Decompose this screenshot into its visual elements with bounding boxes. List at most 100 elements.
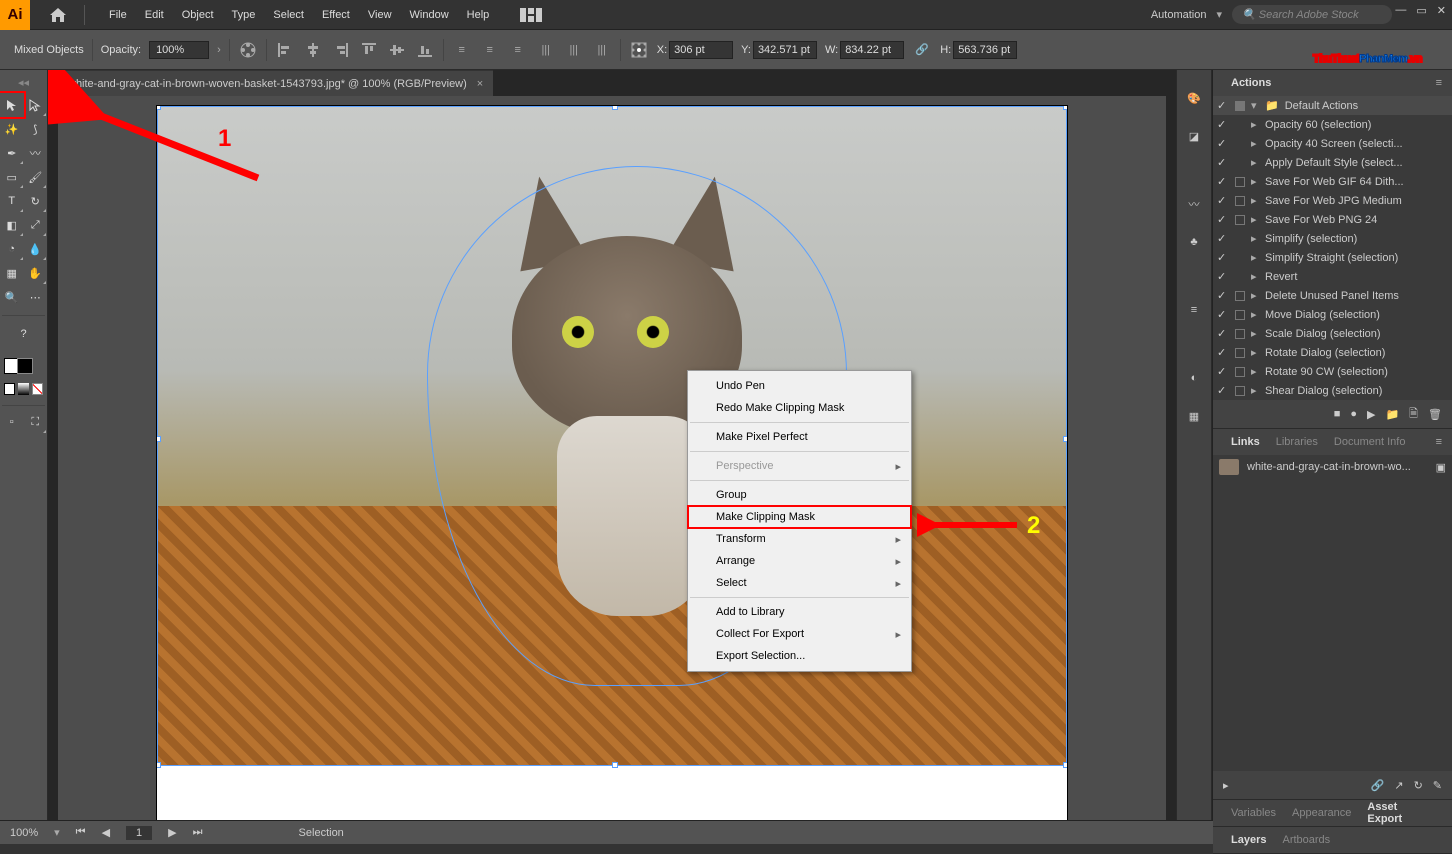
delete-icon[interactable]: 🗑 (1428, 408, 1442, 421)
tab-layers[interactable]: Layers (1223, 831, 1274, 849)
expand-link-icon[interactable]: ▸ (1223, 779, 1229, 792)
x-input[interactable] (669, 41, 733, 59)
action-row[interactable]: ✓▸Opacity 60 (selection) (1213, 115, 1452, 134)
goto-link-icon[interactable]: ↗ (1394, 779, 1403, 792)
action-row[interactable]: ✓▸Rotate 90 CW (selection) (1213, 362, 1452, 381)
ctx-export-selection-[interactable]: Export Selection... (688, 645, 911, 667)
transparency-panel-icon[interactable]: ◐ (1184, 368, 1204, 388)
action-row[interactable]: ✓▸Delete Unused Panel Items (1213, 286, 1452, 305)
align-vert-top-icon[interactable] (359, 40, 379, 60)
align-horz-right-icon[interactable] (331, 40, 351, 60)
more-tools[interactable]: ? (0, 322, 47, 346)
ctx-make-clipping-mask[interactable]: Make Clipping Mask (688, 506, 911, 528)
lasso-tool[interactable]: ⟆ (24, 117, 48, 141)
search-stock-input[interactable]: 🔍 Search Adobe Stock (1232, 5, 1392, 24)
artboard-next-icon[interactable]: ▶ (168, 826, 176, 839)
action-row[interactable]: ✓▸Scale Dialog (selection) (1213, 324, 1452, 343)
menu-file[interactable]: File (101, 5, 135, 25)
tab-actions[interactable]: Actions (1223, 74, 1279, 92)
new-action-icon[interactable]: 🗎 (1409, 405, 1418, 424)
symbols-panel-icon[interactable]: ♣ (1184, 232, 1204, 252)
h-input[interactable] (953, 41, 1017, 59)
arrange-docs-icon[interactable] (517, 5, 545, 25)
color-mode-icon[interactable] (4, 383, 15, 395)
color-panel-icon[interactable]: 🎨 (1184, 88, 1204, 108)
ctx-group[interactable]: Group (688, 484, 911, 506)
artboard[interactable]: Undo PenRedo Make Clipping MaskMake Pixe… (157, 106, 1067, 820)
artboard-next-last-icon[interactable]: ⏭ (193, 826, 203, 839)
ctx-transform[interactable]: Transform▸ (688, 528, 911, 550)
recolor-icon[interactable] (238, 40, 258, 60)
distribute-vert-bottom-icon[interactable]: ≡ (508, 40, 528, 60)
distribute-horz-center-icon[interactable]: ||| (564, 40, 584, 60)
stroke-swatch[interactable] (17, 358, 33, 374)
swatches-panel-icon[interactable]: ◪ (1184, 126, 1204, 146)
menu-object[interactable]: Object (174, 5, 222, 25)
minimize-icon[interactable]: ― (1395, 4, 1406, 17)
menu-help[interactable]: Help (459, 5, 498, 25)
action-row[interactable]: ✓▸Simplify Straight (selection) (1213, 248, 1452, 267)
reference-point-icon[interactable] (629, 40, 649, 60)
link-item[interactable]: white-and-gray-cat-in-brown-wo... ▣ (1213, 455, 1452, 479)
ctx-undo-pen[interactable]: Undo Pen (688, 375, 911, 397)
panel-menu-icon[interactable]: ≡ (1436, 436, 1442, 448)
stop-icon[interactable]: ■ (1334, 408, 1341, 420)
w-input[interactable] (840, 41, 904, 59)
y-input[interactable] (753, 41, 817, 59)
distribute-horz-right-icon[interactable]: ||| (592, 40, 612, 60)
gradient-panel-icon[interactable]: ▦ (1184, 406, 1204, 426)
artboard-prev-icon[interactable]: ◀ (102, 826, 110, 839)
shape-builder-tool[interactable]: ◔ (0, 237, 24, 261)
ctx-collect-for-export[interactable]: Collect For Export▸ (688, 623, 911, 645)
action-row[interactable]: ✓▸Shear Dialog (selection) (1213, 381, 1452, 400)
ctx-add-to-library[interactable]: Add to Library (688, 601, 911, 623)
rotate-tool[interactable]: ↻ (24, 189, 48, 213)
pen-tool[interactable]: ✒ (0, 141, 24, 165)
link-wh-icon[interactable]: 🔗 (912, 40, 932, 60)
artboard-number[interactable]: 1 (126, 826, 152, 840)
edit-toolbar[interactable]: ⋯ (24, 285, 48, 309)
ctx-select[interactable]: Select▸ (688, 572, 911, 594)
tab-asset-export[interactable]: Asset Export (1359, 798, 1442, 828)
action-row[interactable]: ✓▸Simplify (selection) (1213, 229, 1452, 248)
gradient-tool[interactable]: ▦ (0, 261, 24, 285)
action-set-header[interactable]: ✓▾📁Default Actions (1213, 96, 1452, 115)
align-horz-center-icon[interactable] (303, 40, 323, 60)
action-row[interactable]: ✓▸Opacity 40 Screen (selecti... (1213, 134, 1452, 153)
color-swatches[interactable] (0, 346, 47, 401)
rectangle-tool[interactable]: ▭ (0, 165, 24, 189)
action-row[interactable]: ✓▸Revert (1213, 267, 1452, 286)
menu-select[interactable]: Select (265, 5, 312, 25)
draw-normal-icon[interactable]: ▫ (0, 410, 24, 434)
align-vert-middle-icon[interactable] (387, 40, 407, 60)
hand-tool[interactable]: ✋ (24, 261, 48, 285)
record-icon[interactable]: ● (1350, 408, 1357, 420)
selection-tool[interactable] (0, 93, 24, 117)
action-row[interactable]: ✓▸Save For Web PNG 24 (1213, 210, 1452, 229)
action-row[interactable]: ✓▸Apply Default Style (select... (1213, 153, 1452, 172)
relink-icon[interactable]: 🔗 (1371, 779, 1385, 792)
action-row[interactable]: ✓▸Save For Web JPG Medium (1213, 191, 1452, 210)
menu-window[interactable]: Window (402, 5, 457, 25)
workspace-switcher[interactable]: Automation (1151, 9, 1207, 21)
menu-effect[interactable]: Effect (314, 5, 358, 25)
screen-mode-icon[interactable]: ⛶ (24, 410, 48, 434)
ctx-arrange[interactable]: Arrange▸ (688, 550, 911, 572)
action-row[interactable]: ✓▸Save For Web GIF 64 Dith... (1213, 172, 1452, 191)
menu-type[interactable]: Type (224, 5, 264, 25)
new-set-icon[interactable]: 📁 (1385, 408, 1399, 421)
none-mode-icon[interactable] (32, 383, 43, 395)
distribute-horz-left-icon[interactable]: ||| (536, 40, 556, 60)
distribute-vert-center-icon[interactable]: ≡ (480, 40, 500, 60)
curvature-tool[interactable]: 〰 (24, 141, 48, 165)
tab-artboards[interactable]: Artboards (1274, 831, 1338, 849)
gradient-mode-icon[interactable] (18, 383, 29, 395)
zoom-level[interactable]: 100% (10, 827, 38, 839)
paintbrush-tool[interactable]: 🖌 (24, 165, 48, 189)
direct-selection-tool[interactable] (24, 93, 48, 117)
edit-original-icon[interactable]: ✎ (1433, 779, 1442, 792)
home-icon[interactable] (48, 5, 68, 25)
eyedropper-tool[interactable]: 💧 (24, 237, 48, 261)
close-icon[interactable]: ✕ (1437, 4, 1446, 17)
align-horz-left-icon[interactable] (275, 40, 295, 60)
